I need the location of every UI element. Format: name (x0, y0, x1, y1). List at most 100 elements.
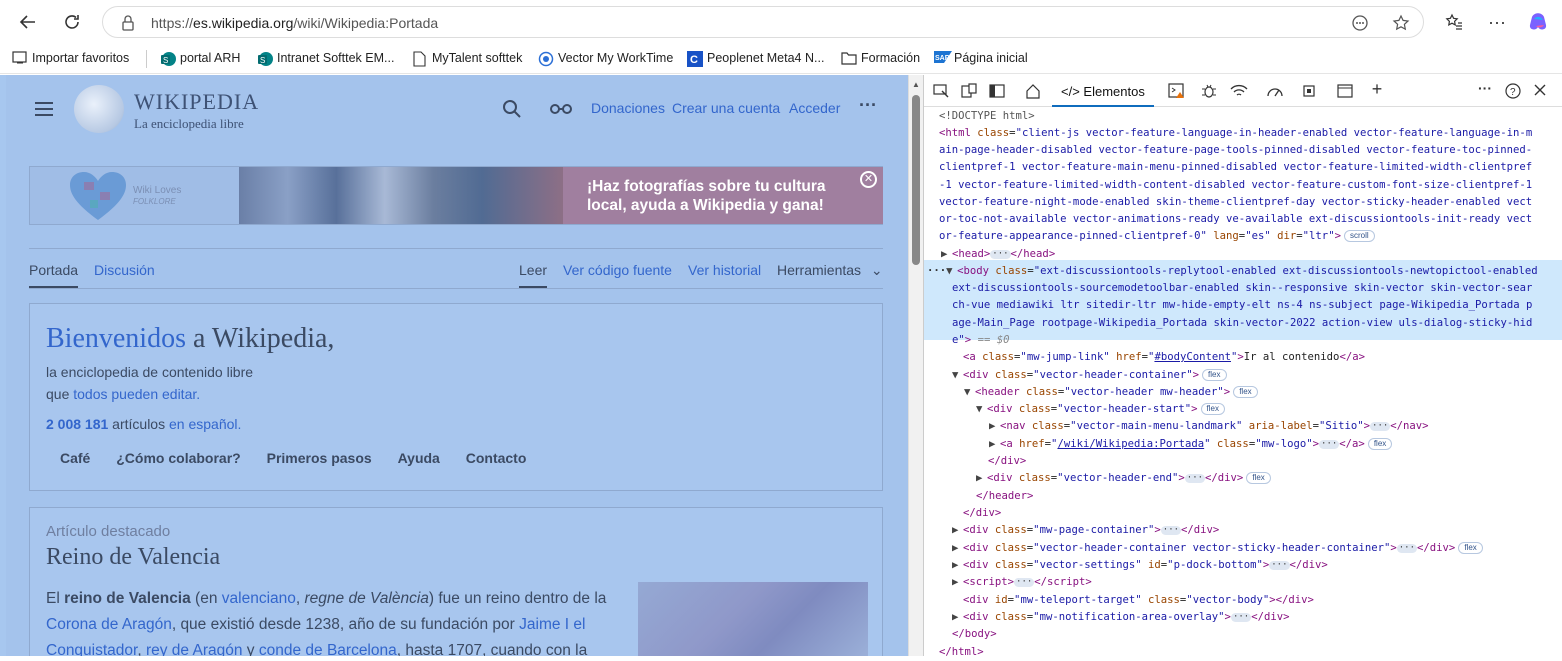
link-primeros-pasos[interactable]: Primeros pasos (267, 450, 372, 466)
favorite-star-icon[interactable] (1392, 14, 1410, 35)
more-menu-icon[interactable]: ··· (1481, 6, 1513, 38)
collapse-triangle-icon[interactable]: ▼ (946, 263, 957, 280)
tab-discusion[interactable]: Discusión (94, 262, 155, 278)
add-tool-icon[interactable]: + (1368, 79, 1386, 99)
bookmark-formacion[interactable]: Formación (841, 51, 920, 65)
wiki-loves-folklore-banner[interactable]: Wiki Loves FOLKLORE ¡Haz fotografías sobr… (29, 166, 883, 225)
scroll-thumb[interactable] (912, 95, 920, 265)
expand-triangle-icon[interactable]: ▶ (952, 557, 963, 574)
settings-node[interactable]: ▶ <div class="vector-settings" id="p-dock… (952, 557, 1328, 574)
home-icon[interactable] (1024, 83, 1042, 99)
ellipsis-badge[interactable]: ··· (990, 250, 1011, 259)
tools-dropdown[interactable]: Herramientas ⌄ (777, 262, 883, 279)
collapse-triangle-icon[interactable]: ▼ (976, 401, 987, 418)
doctype-node[interactable]: <!DOCTYPE html> (939, 108, 1035, 125)
collapse-triangle-icon[interactable]: ▼ (952, 367, 963, 384)
console-icon[interactable] (1168, 83, 1186, 99)
link-ayuda[interactable]: Ayuda (398, 450, 440, 466)
conde-barcelona-link[interactable]: conde de Barcelona (259, 642, 397, 656)
spanish-link[interactable]: en español. (169, 416, 241, 432)
bug-icon[interactable] (1200, 83, 1218, 99)
help-icon[interactable]: ? (1504, 83, 1522, 99)
url-text[interactable]: https://es.wikipedia.org/wiki/Wikipedia:… (151, 15, 438, 31)
valenciano-link[interactable]: valenciano (222, 590, 296, 607)
search-icon[interactable] (502, 99, 522, 122)
refresh-icon[interactable] (56, 6, 88, 38)
flex-badge[interactable]: flex (1202, 369, 1227, 381)
dock-icon[interactable] (988, 83, 1006, 99)
jump-link-node[interactable]: <a class="mw-jump-link" href="#bodyConte… (963, 349, 1365, 366)
expand-triangle-icon[interactable]: ▶ (952, 540, 963, 557)
expand-triangle-icon[interactable]: ▶ (952, 522, 963, 539)
body-node[interactable]: ···▼ <body class="ext-discussiontools-rep… (927, 263, 1538, 280)
ellipsis-badge[interactable]: ··· (1269, 561, 1290, 570)
ellipsis-badge[interactable]: ··· (1319, 440, 1340, 449)
bookmark-intranet-softtek[interactable]: S Intranet Softtek EM... (257, 51, 394, 66)
close-devtools-icon[interactable] (1531, 83, 1549, 99)
jaime-link[interactable]: Jaime I el (519, 616, 585, 633)
bookmark-vector-worktime[interactable]: Vector My WorkTime (538, 51, 673, 67)
copilot-icon[interactable] (1523, 6, 1555, 38)
header-start-node[interactable]: ▼ <div class="vector-header-start"> flex (976, 401, 1225, 418)
scroll-up-icon[interactable]: ▲ (912, 80, 920, 89)
link-contacto[interactable]: Contacto (466, 450, 527, 466)
favorites-icon[interactable] (1438, 6, 1470, 38)
ellipsis-badge[interactable]: ··· (1014, 578, 1035, 587)
application-icon[interactable] (1336, 83, 1354, 99)
reader-icon[interactable] (1351, 14, 1369, 35)
bookmark-peoplenet[interactable]: C Peoplenet Meta4 N... (687, 51, 824, 67)
nav-node[interactable]: ▶ <nav class="vector-main-menu-landmark" … (989, 418, 1429, 435)
header-container-node[interactable]: ▼ <div class="vector-header-container"> fl… (952, 367, 1227, 384)
expand-triangle-icon[interactable]: ▶ (989, 418, 1000, 435)
tab-elements[interactable]: </> Elementos (1052, 75, 1154, 107)
edit-link[interactable]: todos pueden editar. (73, 386, 200, 402)
bookmark-mytalent[interactable]: MyTalent softtek (412, 51, 522, 67)
sticky-header-node[interactable]: ▶ <div class="vector-header-container vec… (952, 540, 1483, 557)
page-container-node[interactable]: ▶ <div class="mw-page-container"> ··· </div… (952, 522, 1219, 539)
wikipedia-globe-icon[interactable] (74, 85, 124, 133)
page-scrollbar[interactable]: ▲ (908, 75, 923, 656)
bookmark-pagina-inicial[interactable]: SAP Página inicial (934, 51, 1028, 65)
logo-anchor-node[interactable]: ▶ <a href="/wiki/Wikipedia:Portada" class… (989, 436, 1393, 453)
valencia-map-image[interactable] (638, 582, 868, 656)
flex-badge[interactable]: flex (1246, 472, 1271, 484)
header-end-node[interactable]: ▶ <div class="vector-header-end"> ··· </div… (976, 470, 1271, 487)
flex-badge[interactable]: flex (1233, 386, 1258, 398)
ellipsis-badge[interactable]: ··· (1160, 526, 1182, 535)
collapse-triangle-icon[interactable]: ▼ (964, 384, 975, 401)
more-options-icon[interactable]: ··· (859, 95, 877, 116)
tab-portada[interactable]: Portada (29, 262, 79, 288)
bookmark-portal-arh[interactable]: S portal ARH (160, 51, 240, 66)
flex-badge[interactable]: flex (1200, 403, 1225, 415)
network-wifi-icon[interactable] (1230, 83, 1248, 99)
inspect-icon[interactable] (932, 83, 950, 99)
device-toolbar-icon[interactable] (960, 83, 978, 99)
memory-chip-icon[interactable] (1300, 83, 1318, 99)
glasses-icon[interactable] (550, 103, 572, 118)
ellipsis-badge[interactable]: ··· (1370, 422, 1391, 431)
lock-icon[interactable] (121, 15, 135, 34)
scroll-badge[interactable]: scroll (1343, 230, 1375, 242)
flex-badge[interactable]: flex (1458, 542, 1483, 554)
ellipsis-badge[interactable]: ··· (1184, 474, 1206, 483)
notification-node[interactable]: ▶ <div class="mw-notification-area-overla… (952, 609, 1289, 626)
bookmark-import[interactable]: Importar favoritos (12, 51, 129, 65)
head-node[interactable]: ▶ <head> ··· </head> (941, 246, 1055, 263)
expand-triangle-icon[interactable]: ▶ (952, 574, 963, 591)
login-link[interactable]: Acceder (789, 100, 840, 116)
tab-ver-historial[interactable]: Ver historial (688, 262, 761, 278)
donate-link[interactable]: Donaciones (591, 100, 665, 116)
expand-triangle-icon[interactable]: ▶ (952, 609, 963, 626)
create-account-link[interactable]: Crear una cuenta (672, 100, 780, 116)
menu-icon[interactable] (34, 101, 54, 120)
expand-triangle-icon[interactable]: ▶ (989, 436, 1000, 453)
conquistador-link[interactable]: Conquistador (46, 642, 137, 656)
devtools-more-icon[interactable]: ··· (1476, 80, 1494, 96)
script-node[interactable]: ▶ <script> ··· </script> (952, 574, 1092, 591)
wikipedia-logo[interactable]: WIKIPEDIA La enciclopedia libre (134, 89, 259, 132)
address-bar[interactable]: https://es.wikipedia.org/wiki/Wikipedia:… (102, 6, 1424, 38)
rey-aragon-link[interactable]: rey de Aragón (146, 642, 243, 656)
teleport-node[interactable]: <div id="mw-teleport-target" class="vect… (963, 592, 1314, 609)
header-node[interactable]: ▼ <header class="vector-header mw-header"… (964, 384, 1258, 401)
html-node[interactable]: <html class="client-js vector-feature-la… (939, 125, 1532, 142)
